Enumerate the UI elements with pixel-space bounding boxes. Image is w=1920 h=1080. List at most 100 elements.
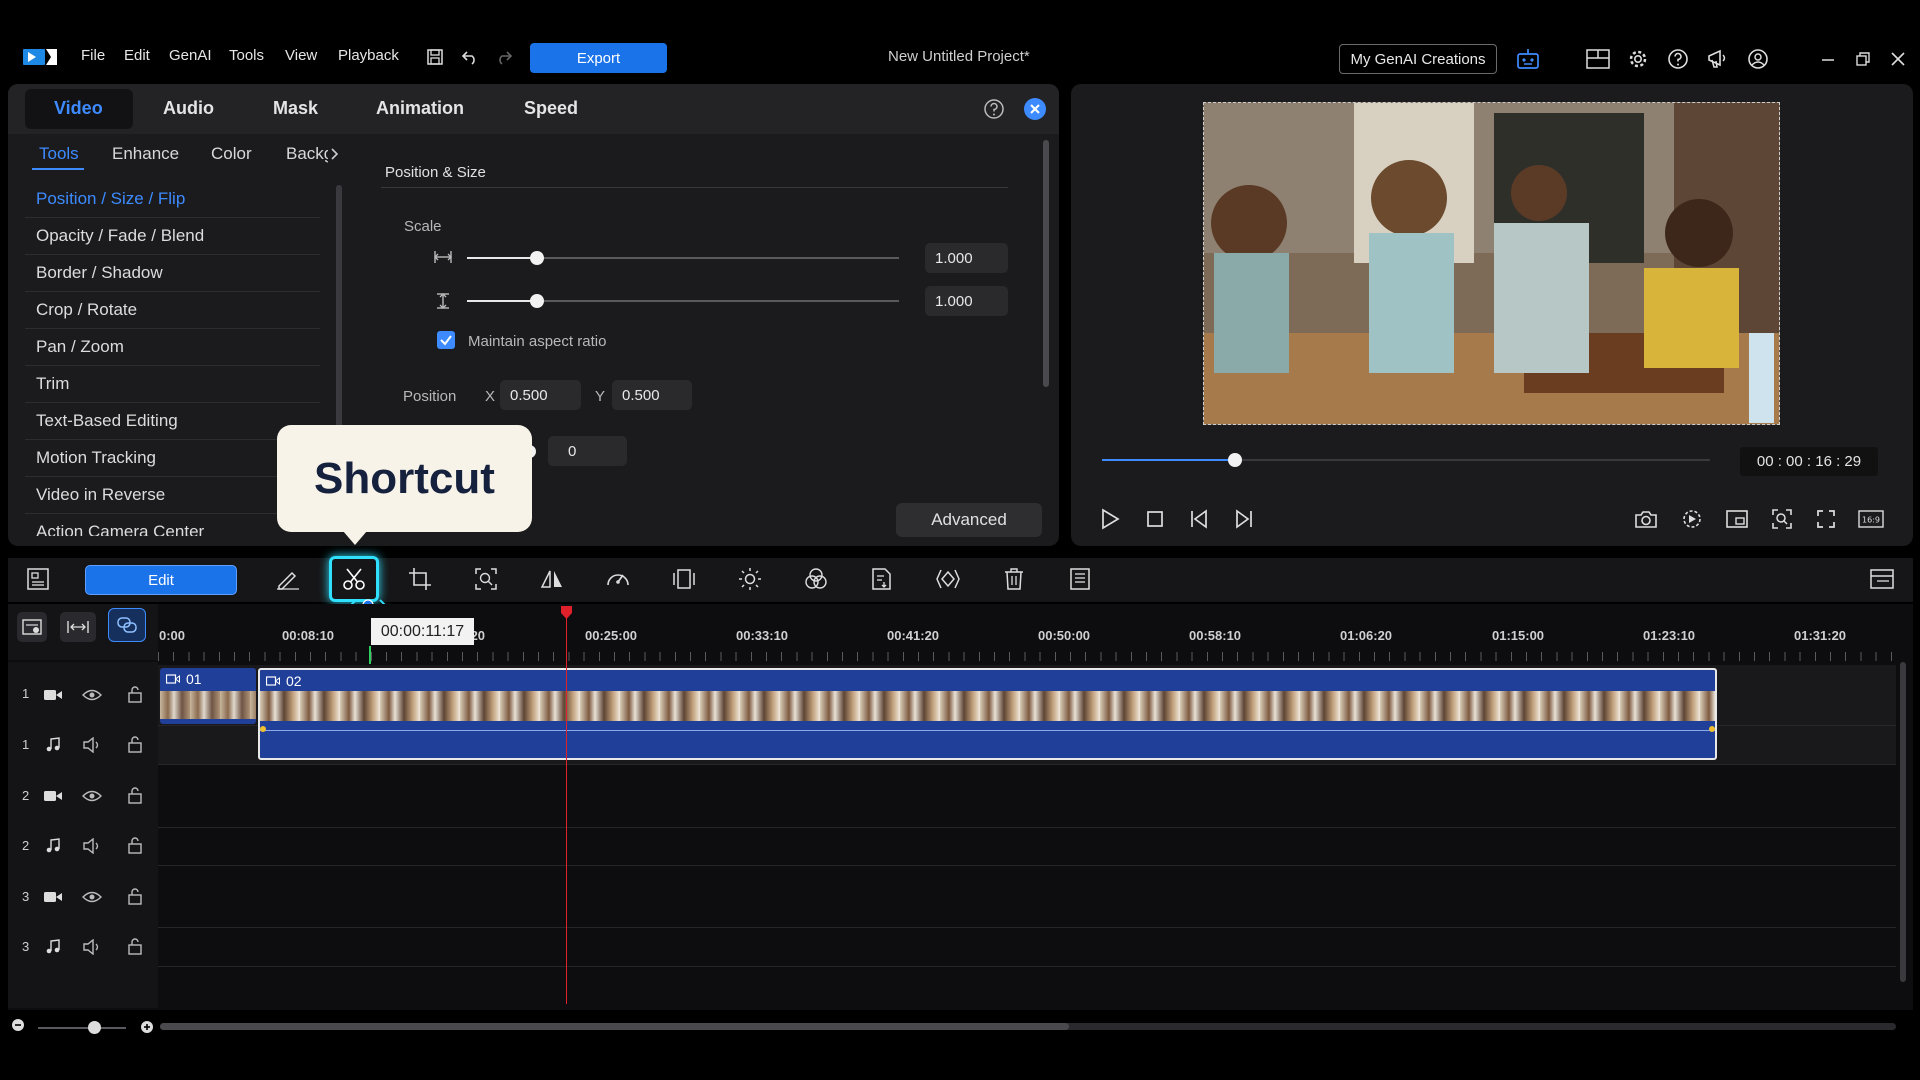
- stabilizer-icon[interactable]: [668, 563, 700, 595]
- timeline-zoom-slider-track[interactable]: [38, 1027, 126, 1029]
- position-x-field[interactable]: 0.500: [500, 380, 581, 410]
- panel-help-icon[interactable]: [980, 95, 1008, 123]
- scale-height-field[interactable]: 1.000: [925, 286, 1008, 316]
- zoom-out-icon[interactable]: [8, 1015, 28, 1035]
- account-icon[interactable]: [1744, 45, 1772, 73]
- delete-trash-icon[interactable]: [998, 563, 1030, 595]
- timeline-layout-icon[interactable]: [1866, 563, 1898, 595]
- maintain-aspect-checkbox[interactable]: [437, 331, 455, 349]
- properties-scrollbar[interactable]: [1043, 140, 1049, 387]
- volume-speaker-icon[interactable]: [81, 835, 103, 857]
- magnetic-snap-icon[interactable]: [108, 608, 146, 642]
- menu-genai[interactable]: GenAI: [169, 47, 212, 64]
- flip-icon[interactable]: [536, 563, 568, 595]
- media-library-icon[interactable]: [22, 563, 54, 595]
- timeline-zoom-slider-handle[interactable]: [88, 1021, 101, 1034]
- lock-icon[interactable]: [124, 935, 146, 957]
- tool-item-position-size-flip[interactable]: Position / Size / Flip: [25, 181, 320, 218]
- preview-mode-icon[interactable]: [1723, 505, 1751, 533]
- undo-icon[interactable]: [456, 43, 484, 71]
- subtab-background[interactable]: Backg: [286, 144, 328, 164]
- timeline-horizontal-scroll-thumb[interactable]: [160, 1023, 1069, 1030]
- track-manager-icon[interactable]: [17, 612, 47, 642]
- play-icon[interactable]: [1096, 505, 1124, 533]
- audio-edit-icon[interactable]: [866, 563, 898, 595]
- visibility-eye-icon[interactable]: [81, 684, 103, 706]
- export-button[interactable]: Export: [530, 43, 667, 73]
- layout-icon[interactable]: [1584, 45, 1612, 73]
- crop-icon[interactable]: [404, 563, 436, 595]
- keyframe-icon[interactable]: [932, 563, 964, 595]
- playback-quality-icon[interactable]: [1678, 505, 1706, 533]
- next-frame-icon[interactable]: [1230, 505, 1258, 533]
- notification-megaphone-icon[interactable]: [1704, 45, 1732, 73]
- advanced-button[interactable]: Advanced: [896, 503, 1042, 537]
- lock-icon[interactable]: [124, 834, 146, 856]
- ai-assistant-icon[interactable]: [1514, 45, 1542, 73]
- subtab-tools[interactable]: Tools: [39, 144, 79, 164]
- zoom-fit-icon[interactable]: [1768, 505, 1796, 533]
- edit-button[interactable]: Edit: [85, 565, 237, 595]
- preview-video-frame[interactable]: [1203, 102, 1780, 425]
- tab-audio[interactable]: Audio: [163, 98, 214, 119]
- menu-file[interactable]: File: [81, 47, 105, 64]
- previous-frame-icon[interactable]: [1185, 505, 1213, 533]
- subtab-color[interactable]: Color: [211, 144, 252, 164]
- menu-view[interactable]: View: [285, 47, 317, 64]
- menu-playback[interactable]: Playback: [338, 47, 399, 64]
- tool-item-motion-tracking[interactable]: Motion Tracking: [25, 440, 320, 477]
- tool-item-video-in-reverse[interactable]: Video in Reverse: [25, 477, 320, 514]
- fit-timeline-icon[interactable]: [60, 612, 96, 642]
- visibility-eye-icon[interactable]: [81, 886, 103, 908]
- settings-gear-icon[interactable]: [1624, 45, 1652, 73]
- tool-item-pan-zoom[interactable]: Pan / Zoom: [25, 329, 320, 366]
- scale-height-slider-handle[interactable]: [530, 294, 544, 308]
- tab-video[interactable]: Video: [54, 98, 103, 119]
- help-icon[interactable]: [1664, 45, 1692, 73]
- volume-speaker-icon[interactable]: [81, 936, 103, 958]
- redo-icon[interactable]: [490, 43, 518, 71]
- clip-02-start-marker[interactable]: [260, 726, 266, 732]
- color-blend-icon[interactable]: [800, 563, 832, 595]
- brightness-icon[interactable]: [734, 563, 766, 595]
- more-tools-icon[interactable]: [1064, 563, 1096, 595]
- zoom-region-icon[interactable]: [470, 563, 502, 595]
- tool-item-crop-rotate[interactable]: Crop / Rotate: [25, 292, 320, 329]
- genai-creations-button[interactable]: My GenAI Creations: [1339, 44, 1497, 74]
- menu-tools[interactable]: Tools: [229, 47, 264, 64]
- app-logo[interactable]: [22, 47, 58, 67]
- speed-gauge-icon[interactable]: [602, 563, 634, 595]
- subtab-enhance[interactable]: Enhance: [112, 144, 179, 164]
- volume-speaker-icon[interactable]: [81, 734, 103, 756]
- video-clip-02[interactable]: 02: [258, 668, 1717, 760]
- rotation-field[interactable]: 0: [548, 436, 627, 466]
- video-clip-01[interactable]: 01: [160, 668, 256, 724]
- snapshot-camera-icon[interactable]: [1632, 505, 1660, 533]
- tool-item-trim[interactable]: Trim: [25, 366, 320, 403]
- tab-animation[interactable]: Animation: [376, 98, 464, 119]
- tool-item-action-camera-center[interactable]: Action Camera Center: [25, 514, 320, 536]
- tool-item-border-shadow[interactable]: Border / Shadow: [25, 255, 320, 292]
- fullscreen-icon[interactable]: [1812, 505, 1840, 533]
- lock-icon[interactable]: [124, 885, 146, 907]
- tab-mask[interactable]: Mask: [273, 98, 318, 119]
- preview-seek-handle[interactable]: [1228, 453, 1242, 467]
- pen-tool-icon[interactable]: [272, 563, 304, 595]
- close-window-icon[interactable]: [1884, 45, 1912, 73]
- subtab-next-chevron-icon[interactable]: [326, 140, 342, 168]
- tool-item-opacity-fade-blend[interactable]: Opacity / Fade / Blend: [25, 218, 320, 255]
- stop-icon[interactable]: [1141, 505, 1169, 533]
- position-y-field[interactable]: 0.500: [612, 380, 692, 410]
- split-scissors-icon[interactable]: [338, 563, 370, 595]
- tool-item-text-based-editing[interactable]: Text-Based Editing: [25, 403, 320, 440]
- clip-02-end-marker[interactable]: [1709, 726, 1715, 732]
- lock-icon[interactable]: [124, 733, 146, 755]
- lock-icon[interactable]: [124, 784, 146, 806]
- restore-icon[interactable]: [1849, 45, 1877, 73]
- visibility-eye-icon[interactable]: [81, 785, 103, 807]
- timeline-vertical-scrollbar[interactable]: [1900, 662, 1906, 982]
- panel-close-icon[interactable]: [1021, 95, 1049, 123]
- lock-icon[interactable]: [124, 683, 146, 705]
- aspect-ratio-icon[interactable]: 16:9: [1857, 505, 1885, 533]
- zoom-in-icon[interactable]: [137, 1017, 157, 1037]
